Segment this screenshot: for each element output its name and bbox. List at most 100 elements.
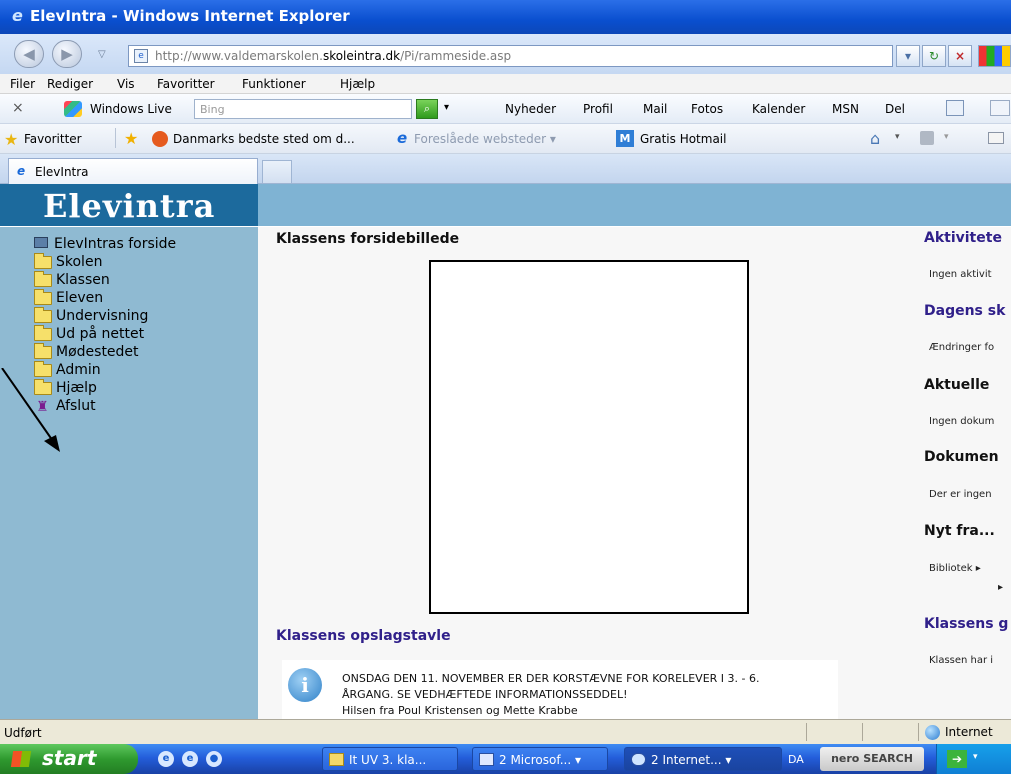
tray-dropdown-icon[interactable]: ▾ [973, 752, 978, 762]
search-icon[interactable]: ⌕ [416, 99, 438, 119]
address-toolbar: ◀ ▶ ▽ e http://www.valdemarskolen.skolei… [0, 34, 1011, 74]
folder-icon [34, 271, 52, 287]
stop-button[interactable]: × [948, 45, 972, 67]
menu-favorites[interactable]: Favoritter [157, 77, 215, 91]
folder-icon [34, 307, 52, 323]
tree-item-moedestedet[interactable]: Mødestedet [30, 343, 176, 361]
quicklaunch-ie2-icon[interactable]: e [182, 751, 198, 767]
quicklaunch-ie-icon[interactable]: e [158, 751, 174, 767]
nero-search-box[interactable]: nero SEARCH [820, 747, 924, 771]
tree-item-undervisning[interactable]: Undervisning [30, 307, 176, 325]
language-indicator[interactable]: DA [788, 753, 804, 766]
live-link-photos[interactable]: Fotos [691, 102, 723, 116]
go-arrow-icon[interactable]: ➔ [947, 750, 967, 768]
new-tab-button[interactable] [262, 160, 292, 184]
security-zone[interactable]: Internet [918, 723, 1011, 741]
search-provider-icon[interactable] [978, 45, 1011, 67]
ie-logo-icon: e [12, 6, 23, 25]
quicklaunch-media-icon[interactable]: ● [206, 751, 222, 767]
start-button[interactable]: start [0, 744, 138, 774]
documents-heading: Dokumen [924, 449, 999, 465]
notice-line-1: ONSDAG DEN 11. NOVEMBER ER DER KORSTÆVNE… [342, 672, 760, 685]
history-dropdown-icon[interactable]: ▽ [98, 49, 106, 60]
live-link-profile[interactable]: Profil [583, 102, 613, 116]
info-icon: i [288, 668, 322, 702]
menu-help[interactable]: Hjælp [340, 77, 375, 91]
task-internet-explorer[interactable]: 2 Internet... ▾ [624, 747, 782, 771]
task-folder[interactable]: It UV 3. kla... [322, 747, 458, 771]
notice-line-3: Hilsen fra Poul Kristensen og Mette Krab… [342, 704, 578, 717]
activities-heading: Aktivitete [924, 230, 1002, 246]
fav-link-danmarks[interactable]: Danmarks bedste sted om d... [173, 132, 355, 146]
home-icon[interactable]: ⌂ [870, 129, 880, 148]
ladybug-icon [152, 131, 168, 147]
fav-link-hotmail[interactable]: Gratis Hotmail [640, 132, 726, 146]
windows-live-label[interactable]: Windows Live [90, 102, 172, 116]
add-favorite-icon[interactable]: ★ [124, 129, 138, 148]
menu-edit[interactable]: Rediger [47, 77, 93, 91]
notice-item: i ONSDAG DEN 11. NOVEMBER ER DER KORSTÆV… [282, 660, 838, 719]
live-link-news[interactable]: Nyheder [505, 102, 556, 116]
feeds-dropdown-icon[interactable]: ▾ [944, 132, 949, 142]
home-dropdown-icon[interactable]: ▾ [895, 132, 900, 142]
news-arrow-icon: ▸ [998, 582, 1004, 593]
address-url: http://www.valdemarskolen.skoleintra.dk/… [155, 49, 512, 63]
mail-icon[interactable] [988, 132, 1004, 144]
tree-item-klassen[interactable]: Klassen [30, 271, 176, 289]
feeds-icon[interactable] [920, 131, 934, 145]
computer-icon [34, 237, 48, 248]
live-link-share[interactable]: Del [885, 102, 905, 116]
class-heading: Klassens g [924, 616, 1009, 632]
page-viewport: Elevintra ElevIntras forside Skolen Klas… [0, 184, 1011, 719]
system-tray: ➔ ▾ [936, 744, 1011, 774]
favorites-bar: ★ Favoritter ★ Danmarks bedste sted om d… [0, 124, 1011, 154]
messenger-icon[interactable] [990, 100, 1010, 116]
class-front-picture [429, 260, 749, 614]
live-link-calendar[interactable]: Kalender [752, 102, 805, 116]
news-library-link[interactable]: Bibliotek ▸ [929, 563, 981, 574]
folder-icon [34, 325, 52, 341]
hotmail-icon: M [616, 130, 634, 147]
menu-file[interactable]: Filer [10, 77, 35, 91]
live-link-msn[interactable]: MSN [832, 102, 859, 116]
right-column: Aktivitete Ingen aktivit Dagens sk Ændri… [918, 227, 1011, 719]
favbar-divider [115, 128, 116, 148]
favorites-button[interactable]: Favoritter [24, 132, 82, 146]
live-link-mail[interactable]: Mail [643, 102, 667, 116]
news-heading: Nyt fra... [924, 523, 995, 539]
tree-root[interactable]: ElevIntras forside [30, 235, 176, 253]
bing-search-input[interactable]: Bing [194, 99, 412, 119]
search-dropdown-icon[interactable]: ▾ [444, 102, 449, 113]
documents-text: Der er ingen [929, 489, 992, 500]
folder-icon [34, 343, 52, 359]
toolbar-close-icon[interactable]: × [12, 100, 24, 116]
tree-item-skolen[interactable]: Skolen [30, 253, 176, 271]
tree-item-ud-paa-nettet[interactable]: Ud på nettet [30, 325, 176, 343]
tree-item-eleven[interactable]: Eleven [30, 289, 176, 307]
fav-link-suggested[interactable]: Foreslåede websteder ▾ [414, 132, 556, 146]
page-icon: e [134, 49, 148, 63]
notice-line-2: ÅRGANG. SE VEDHÆFTEDE INFORMATIONSSEDDEL… [342, 688, 628, 701]
windows-live-icon [64, 101, 82, 117]
header-band [258, 184, 1011, 226]
address-bar[interactable]: e http://www.valdemarskolen.skoleintra.d… [128, 45, 893, 67]
ie-tab-icon: e [17, 164, 26, 178]
menu-tools[interactable]: Funktioner [242, 77, 306, 91]
refresh-button[interactable]: ↻ [922, 45, 946, 67]
task-word[interactable]: 2 Microsof... ▾ [472, 747, 608, 771]
back-button[interactable]: ◀ [14, 40, 44, 68]
globe-icon [925, 725, 940, 740]
pointer-arrow [1, 368, 60, 452]
windows-live-toolbar: × Windows Live Bing ⌕ ▾ Nyheder Profil M… [0, 94, 1011, 124]
tab-elevintra[interactable]: e ElevIntra [8, 158, 258, 184]
sidebar: ElevIntras forside Skolen Klassen Eleven… [0, 227, 258, 719]
current-docs-text: Ingen dokum [929, 416, 995, 427]
forward-button[interactable]: ▶ [52, 40, 82, 68]
activities-text: Ingen aktivit [929, 269, 992, 280]
main-content: Klassens forsidebillede Klassens opslags… [258, 227, 918, 719]
share-icon[interactable] [946, 100, 964, 116]
menu-bar: Filer Rediger Vis Favoritter Funktioner … [0, 74, 1011, 94]
folder-icon [329, 753, 344, 766]
address-dropdown-button[interactable]: ▾ [896, 45, 920, 67]
menu-view[interactable]: Vis [117, 77, 135, 91]
